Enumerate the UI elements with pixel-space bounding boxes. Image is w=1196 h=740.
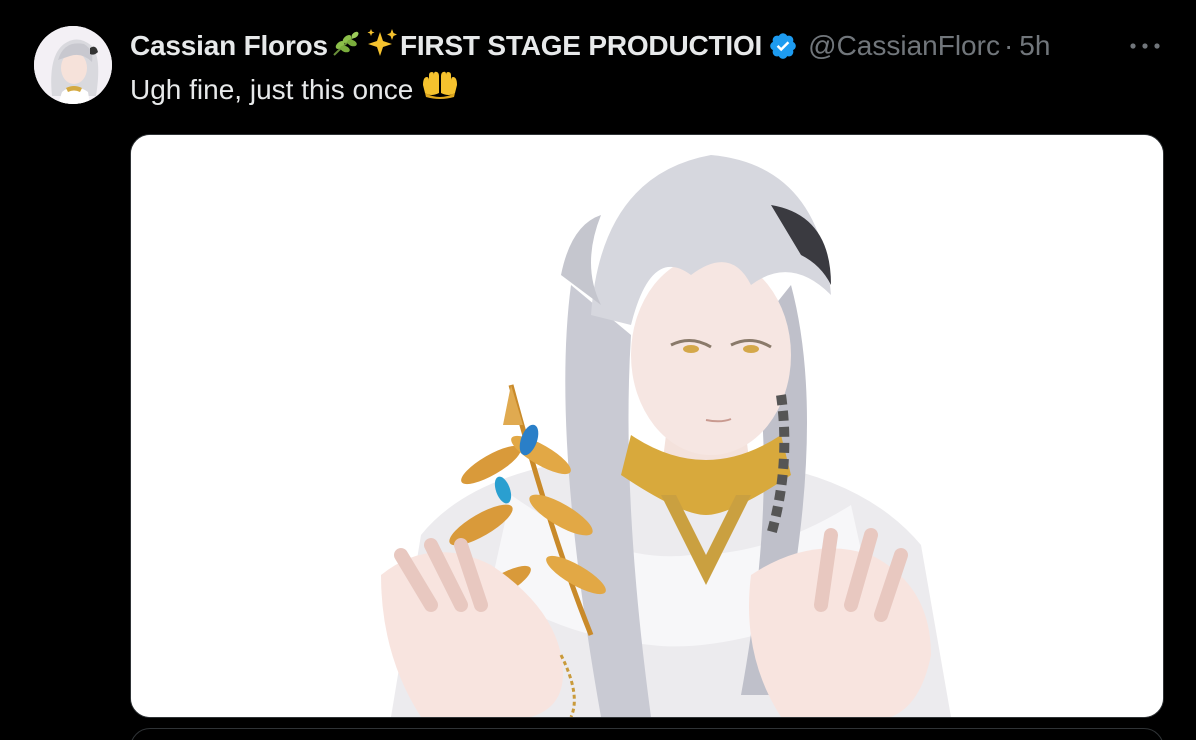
separator-dot: · — [1003, 30, 1014, 61]
more-options-button[interactable] — [1126, 28, 1164, 64]
author-display-name[interactable]: Cassian Floros FIRST STAGE PRODUCTIOI — [130, 28, 762, 65]
herb-icon — [330, 29, 362, 64]
next-media-card — [130, 728, 1164, 740]
avatar-illustration — [34, 26, 112, 104]
tweet-text: Ugh fine, just this once — [130, 70, 461, 110]
verified-badge-icon[interactable] — [768, 31, 798, 61]
tweet-card[interactable]: Cassian Floros FIRST STAGE PRODUCTIOI @C… — [0, 0, 1196, 740]
author-name: Cassian Floros — [130, 30, 328, 61]
tweet-header: Cassian Floros FIRST STAGE PRODUCTIOI @C… — [130, 26, 1180, 66]
timestamp[interactable]: 5h — [1019, 30, 1050, 62]
character-illustration — [131, 135, 1163, 717]
tweet-text-content: Ugh fine, just this once — [130, 74, 414, 105]
author-name-suffix: FIRST STAGE PRODUCTIOI — [399, 30, 763, 61]
tweet-media-image[interactable] — [130, 134, 1164, 718]
more-dots-icon — [1130, 43, 1160, 49]
author-handle[interactable]: @CassianFlorc — [808, 30, 1000, 62]
palms-up-together-icon — [421, 70, 459, 110]
sparkles-icon — [366, 28, 398, 65]
avatar[interactable] — [34, 26, 112, 104]
